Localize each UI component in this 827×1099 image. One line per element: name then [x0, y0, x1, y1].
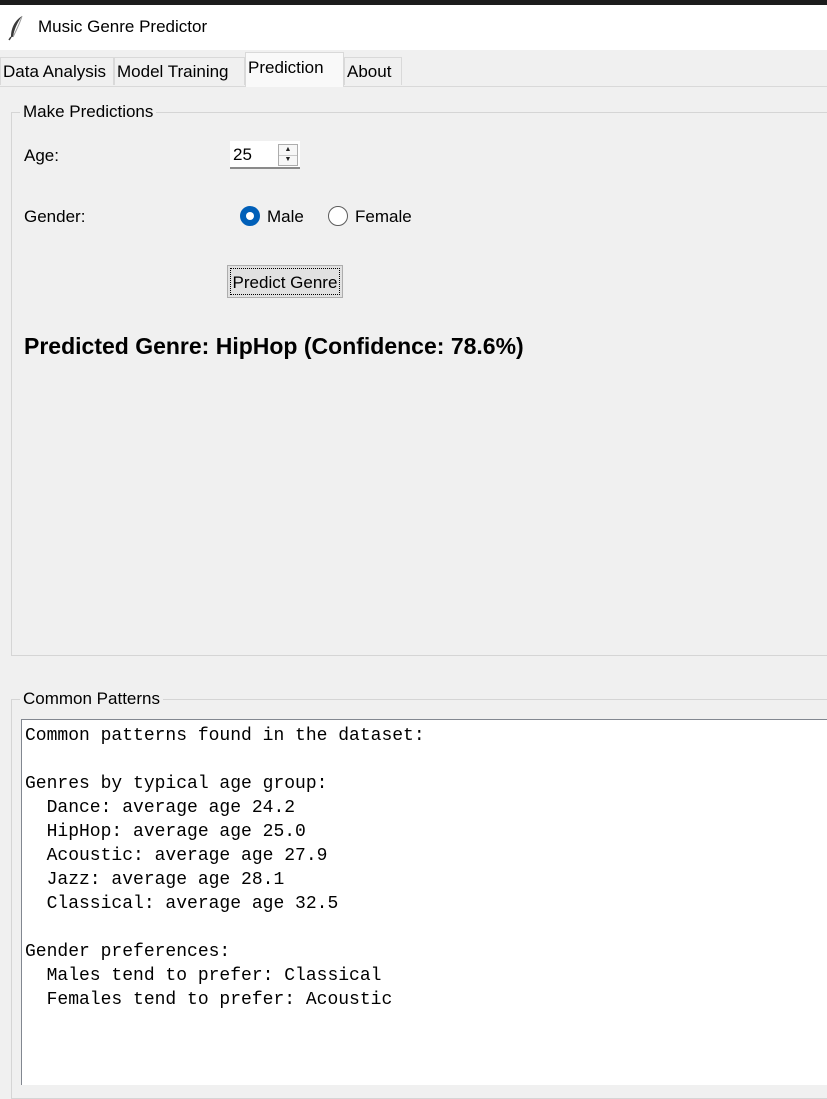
gender-female-radio[interactable]	[328, 206, 348, 226]
spin-down-icon[interactable]: ▼	[279, 155, 297, 165]
tab-model-training[interactable]: Model Training	[114, 57, 245, 85]
window-title: Music Genre Predictor	[38, 17, 208, 36]
age-spin-buttons[interactable]: ▲ ▼	[278, 144, 298, 166]
gender-male-radio[interactable]	[240, 206, 260, 226]
tab-prediction[interactable]: Prediction	[245, 52, 344, 87]
age-value[interactable]: 25	[233, 145, 252, 165]
title-bar: Music Genre Predictor	[0, 5, 827, 50]
tab-about[interactable]: About	[344, 57, 402, 85]
age-label: Age:	[24, 146, 59, 165]
make-predictions-group	[11, 112, 827, 656]
predict-genre-button[interactable]: Predict Genre	[227, 265, 343, 298]
patterns-text-area[interactable]: Common patterns found in the dataset: Ge…	[21, 719, 827, 1085]
gender-female-label[interactable]: Female	[355, 207, 412, 227]
predict-genre-button-label[interactable]: Predict Genre	[230, 268, 340, 295]
gender-label: Gender:	[24, 207, 86, 226]
gender-male-label[interactable]: Male	[267, 207, 304, 227]
common-patterns-title: Common Patterns	[20, 689, 163, 709]
feather-icon	[8, 15, 23, 41]
patterns-text: Common patterns found in the dataset: Ge…	[25, 726, 425, 1010]
tab-data-analysis[interactable]: Data Analysis	[0, 57, 114, 85]
age-spinbox[interactable]: 25 ▲ ▼	[230, 141, 300, 169]
make-predictions-title: Make Predictions	[20, 102, 157, 122]
prediction-result: Predicted Genre: HipHop (Confidence: 78.…	[24, 333, 524, 359]
tab-bar: Data Analysis Model Training Prediction …	[0, 50, 827, 87]
